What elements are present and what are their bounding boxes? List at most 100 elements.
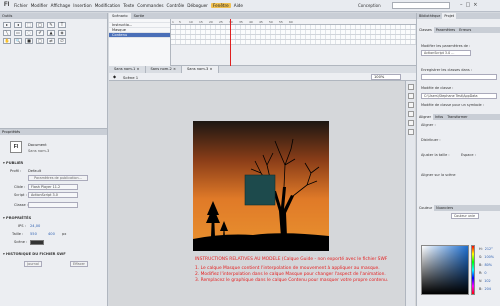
zoom-select[interactable]: 100% [371, 74, 401, 80]
color-value-row[interactable]: S: 100% [479, 255, 494, 259]
menu-modification[interactable]: Modification [95, 3, 121, 8]
classes-path-input[interactable] [421, 74, 497, 80]
tab-transform[interactable]: Transformer [445, 114, 469, 120]
tab-doc-3[interactable]: Sans nom-3 × [182, 66, 219, 73]
target-select[interactable]: Flash Player 11.2 [28, 184, 78, 190]
template-instructions: INSTRUCTIONS RELATIVES AU MODELE (Calque… [195, 257, 416, 284]
class-template-path[interactable]: C:\Users\Stephane Test\AppData [421, 93, 497, 99]
tool-button[interactable]: ╲ [3, 30, 11, 36]
document-icon: Fl [10, 141, 22, 153]
tool-button[interactable]: T [58, 22, 66, 28]
frame-tick-label: 25 [219, 20, 223, 24]
log-button[interactable]: Journal [24, 261, 42, 267]
tool-button[interactable]: ∅ [58, 38, 66, 44]
swf-history-section-header[interactable]: ▾ HISTORIQUE DU FICHIER SWF [3, 252, 66, 256]
tool-button[interactable]: ◯ [36, 22, 44, 28]
frame-row[interactable] [171, 40, 416, 45]
frame-grid[interactable]: 151015202530354045505560 [171, 19, 416, 66]
stage-canvas[interactable] [193, 121, 329, 251]
tool-button[interactable]: ✎ [47, 22, 55, 28]
publish-settings-button[interactable]: Paramètres de publication... [28, 175, 88, 181]
clear-button[interactable]: Effacer [70, 261, 88, 267]
workspace-switcher[interactable]: Conception [358, 3, 381, 8]
minimize-button[interactable]: – [460, 2, 463, 8]
color-value-row[interactable]: H: 212° [479, 247, 493, 251]
menu-fichier[interactable]: Fichier [14, 3, 28, 8]
tab-erreurs[interactable]: Erreurs [457, 27, 473, 33]
tool-button[interactable]: ◌ [25, 30, 33, 36]
color-picker-field[interactable] [421, 245, 469, 295]
scene-label[interactable]: Scène 1 [123, 75, 138, 80]
panel-icon[interactable] [407, 84, 414, 90]
color-value-row[interactable]: V: 102 [479, 279, 491, 283]
fps-value[interactable]: 24,00 [30, 224, 40, 228]
panel-icon[interactable] [407, 120, 414, 126]
tool-button[interactable]: ⬚ [25, 22, 33, 28]
frame-tick-label: 45 [259, 20, 263, 24]
tool-button[interactable]: ✐ [36, 30, 44, 36]
align-to-stage-checkbox[interactable]: Aligner sur la scène [421, 173, 456, 177]
tab-library[interactable]: Bibliothèque [417, 13, 442, 19]
tool-button[interactable]: ▭ [14, 30, 22, 36]
menu-controle[interactable]: Contrôle [167, 3, 185, 8]
color-value-row[interactable]: R: 0 [479, 271, 487, 275]
menu-modifier[interactable]: Modifier [31, 3, 48, 8]
tool-button[interactable]: ▲ [47, 30, 55, 36]
properties-section-header[interactable]: ▾ PROPRIÉTÉS [3, 216, 31, 220]
tab-classes[interactable]: Classes [417, 27, 434, 33]
close-button[interactable]: × [473, 2, 477, 8]
menu-fenetre[interactable]: Fenêtre [210, 3, 231, 8]
tab-align[interactable]: Aligner [417, 114, 433, 120]
frame-tick-label: 40 [249, 20, 253, 24]
playhead[interactable] [230, 19, 231, 66]
properties-panel: Propriétés Fl Document Sans nom-3 ▾ PUBL… [0, 128, 108, 306]
menu-commandes[interactable]: Commandes [137, 3, 163, 8]
tab-doc-1[interactable]: Sans nom-1 × [109, 66, 146, 73]
tool-button[interactable]: ▸ [3, 22, 11, 28]
menu-texte[interactable]: Texte [123, 3, 134, 8]
color-channel-value[interactable]: 0 [484, 271, 486, 275]
panel-icon[interactable] [407, 102, 414, 108]
color-channel-value[interactable]: 204 [484, 287, 490, 291]
color-type-select[interactable]: Couleur unie [451, 213, 479, 219]
tool-button[interactable]: ◂ [14, 22, 22, 28]
color-value-row[interactable]: B: 204 [479, 287, 491, 291]
tab-project[interactable]: Projet [442, 13, 457, 19]
panel-icon[interactable] [407, 111, 414, 117]
tool-button[interactable]: ■ [25, 38, 33, 44]
color-channel-value[interactable]: 212° [485, 247, 493, 251]
color-channel-label: S: [479, 255, 483, 259]
search-input[interactable] [392, 2, 450, 9]
menu-affichage[interactable]: Affichage [51, 3, 71, 8]
maximize-button[interactable]: □ [466, 2, 471, 8]
sdk-select[interactable]: ActionScript 3.0 ... [421, 50, 471, 56]
tool-button[interactable]: ◈ [58, 30, 66, 36]
class-input[interactable] [28, 202, 78, 208]
height-value[interactable]: 400 [48, 232, 55, 236]
menu-insertion[interactable]: Insertion [73, 3, 91, 8]
panel-icon[interactable] [407, 93, 414, 99]
tab-parametres[interactable]: Paramètres [434, 27, 457, 33]
tab-swatches[interactable]: Nuanciers [434, 205, 455, 211]
color-value-row[interactable]: B: 80% [479, 263, 492, 267]
panel-icon[interactable] [407, 129, 414, 135]
tab-color[interactable]: Couleur [417, 205, 435, 211]
tool-button[interactable]: 🔍 [14, 38, 22, 44]
width-value[interactable]: 550 [30, 232, 37, 236]
color-channel-value[interactable]: 80% [484, 263, 492, 267]
tool-button[interactable]: ✋ [3, 38, 11, 44]
layer-contenu[interactable]: Contenu [109, 33, 170, 38]
hue-slider[interactable] [471, 245, 475, 295]
tool-button[interactable]: □ [36, 38, 44, 44]
script-select[interactable]: ActionScript 3.0 [28, 192, 78, 198]
color-channel-value[interactable]: 102 [484, 279, 490, 283]
tab-info[interactable]: Infos [433, 114, 445, 120]
publish-section-header[interactable]: ▾ PUBLIER [3, 161, 23, 165]
color-channel-value[interactable]: 100% [484, 255, 494, 259]
frame-ruler[interactable]: 151015202530354045505560 [171, 19, 416, 25]
menu-aide[interactable]: Aide [234, 3, 243, 8]
stage-color-swatch[interactable] [30, 240, 44, 245]
tool-button[interactable]: ⇄ [47, 38, 55, 44]
menu-deboguer[interactable]: Déboguer [187, 3, 208, 8]
tab-doc-2[interactable]: Sans nom-2 × [146, 66, 182, 73]
